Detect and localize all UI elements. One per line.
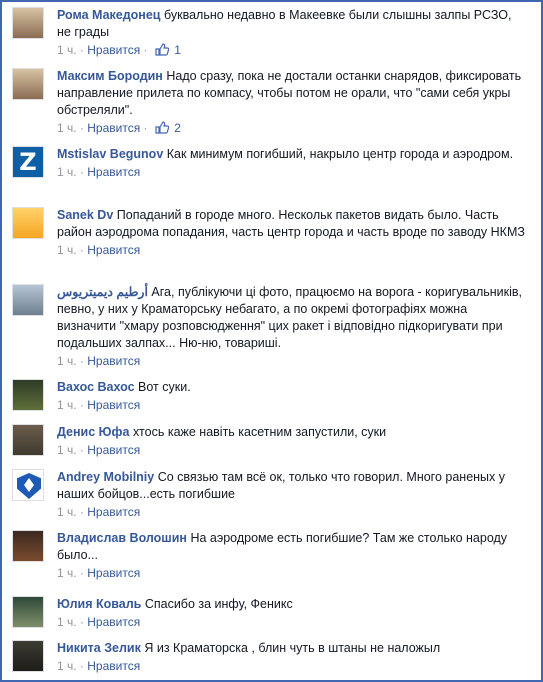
comment-author[interactable]: Юлия Коваль (57, 597, 141, 611)
thumbs-up-icon (155, 121, 169, 134)
comment-author[interactable]: Владислав Волошин (57, 531, 187, 545)
comment-time[interactable]: 1 ч. (57, 43, 77, 57)
comment-text: Я из Краматорска , блин чуть в штаны не … (144, 641, 441, 655)
comment-time[interactable]: 1 ч. (57, 165, 77, 179)
comment-text: хтось каже навіть касетним запустили, су… (132, 425, 387, 439)
comment-time[interactable]: 1 ч. (57, 659, 77, 673)
like-link[interactable]: Нравится (87, 121, 140, 135)
like-link[interactable]: Нравится (87, 354, 140, 368)
comment-time[interactable]: 1 ч. (57, 243, 77, 257)
comment-text: Как минимум погибший, накрыло центр горо… (166, 147, 514, 161)
comment-time[interactable]: 1 ч. (57, 443, 77, 457)
avatar[interactable] (12, 284, 44, 316)
comment-text: Спасибо за инфу, Феникс (144, 597, 293, 611)
comment-text: Попаданий в городе много. Нескольк пакет… (57, 208, 525, 239)
comment-author[interactable]: Sanek Dv (57, 208, 113, 222)
comment-time[interactable]: 1 ч. (57, 121, 77, 135)
avatar[interactable] (12, 596, 44, 628)
comment-author[interactable]: Mstislav Begunov (57, 147, 163, 161)
avatar[interactable]: Z (12, 146, 44, 178)
avatar[interactable] (12, 379, 44, 411)
like-link[interactable]: Нравится (87, 43, 140, 57)
avatar[interactable] (12, 469, 44, 501)
comment-author[interactable]: Andrey Mobilniy (57, 470, 154, 484)
like-link[interactable]: Нравится (87, 243, 140, 257)
avatar[interactable] (12, 424, 44, 456)
avatar[interactable] (12, 530, 44, 562)
like-link[interactable]: Нравится (87, 165, 140, 179)
thumbs-up-icon (155, 43, 169, 56)
comment-author[interactable]: Максим Бородин (57, 69, 163, 83)
comment-time[interactable]: 1 ч. (57, 398, 77, 412)
avatar[interactable] (12, 7, 44, 39)
like-count[interactable]: 2 (174, 121, 181, 135)
comment-time[interactable]: 1 ч. (57, 354, 77, 368)
comment-author[interactable]: Денис Юфа (57, 425, 129, 439)
comment-time[interactable]: 1 ч. (57, 505, 77, 519)
like-link[interactable]: Нравится (87, 659, 140, 673)
comment-time[interactable]: 1 ч. (57, 566, 77, 580)
like-link[interactable]: Нравится (87, 566, 140, 580)
like-link[interactable]: Нравится (87, 505, 140, 519)
avatar[interactable] (12, 68, 44, 100)
comment-author[interactable]: Рома Македонец (57, 8, 161, 22)
comment-author[interactable]: Вахос Вахос (57, 380, 135, 394)
like-link[interactable]: Нравится (87, 443, 140, 457)
comment-text: Вот суки. (138, 380, 191, 394)
like-link[interactable]: Нравится (87, 615, 140, 629)
like-link[interactable]: Нравится (87, 398, 140, 412)
avatar[interactable] (12, 207, 44, 239)
comment-author[interactable]: أرطيم ديميتريوس (57, 285, 148, 299)
like-count[interactable]: 1 (174, 43, 181, 57)
comment-author[interactable]: Никита Зелик (57, 641, 141, 655)
avatar[interactable] (12, 640, 44, 672)
comment-time[interactable]: 1 ч. (57, 615, 77, 629)
